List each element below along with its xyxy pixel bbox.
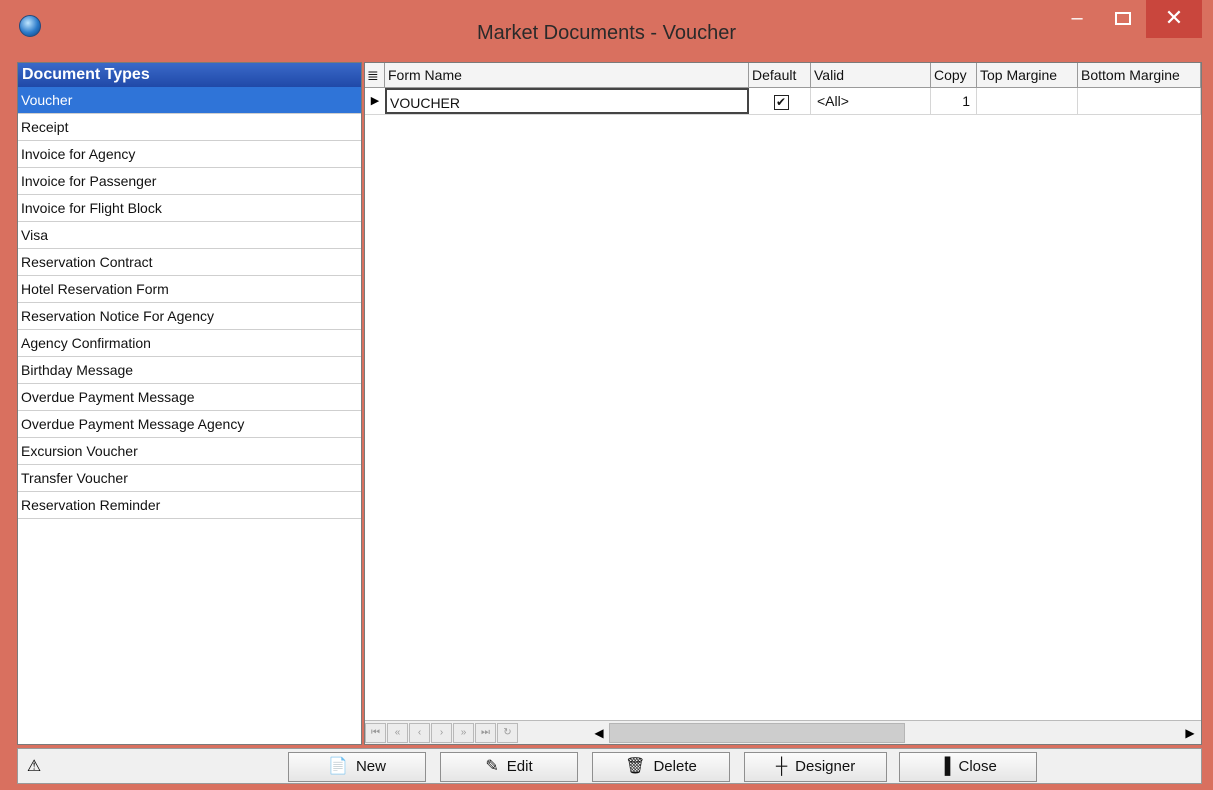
list-item[interactable]: Reservation Contract <box>18 249 361 276</box>
delete-button[interactable]: 🗑 Delete <box>592 752 730 782</box>
list-item[interactable]: Reservation Reminder <box>18 492 361 519</box>
delete-button-label: Delete <box>653 758 697 775</box>
door-exit-icon: ▐ <box>939 758 951 775</box>
new-button[interactable]: 📄 New <box>288 752 426 782</box>
last-icon[interactable]: ⏭ <box>475 723 496 743</box>
list-item[interactable]: Excursion Voucher <box>18 438 361 465</box>
grid-header: ≣ Form Name Default Valid Copy Top Margi… <box>365 63 1201 88</box>
cell-bottom-margine[interactable] <box>1078 88 1201 114</box>
next-page-icon[interactable]: » <box>453 723 474 743</box>
main-window: Market Documents - Voucher – ✕ Document … <box>0 0 1213 790</box>
cell-form-name[interactable]: VOUCHER <box>385 88 749 114</box>
scroll-right-icon[interactable]: ▶ <box>1180 723 1200 743</box>
prior-page-icon[interactable]: « <box>387 723 408 743</box>
list-item[interactable]: Invoice for Agency <box>18 141 361 168</box>
forms-grid: ≣ Form Name Default Valid Copy Top Margi… <box>364 62 1202 745</box>
list-item[interactable]: Visa <box>18 222 361 249</box>
list-item[interactable]: Invoice for Passenger <box>18 168 361 195</box>
column-header-valid[interactable]: Valid <box>811 63 931 87</box>
maximize-button[interactable] <box>1100 0 1146 38</box>
table-row[interactable]: ▶ VOUCHER ✔ <All> 1 <box>365 88 1201 115</box>
list-item[interactable]: Agency Confirmation <box>18 330 361 357</box>
grid-navigator: ⏮ «‹ ›» ⏭ ↻ ◀ ▶ <box>365 720 1201 744</box>
minimize-icon: – <box>1071 7 1083 29</box>
cell-copy[interactable]: 1 <box>931 88 977 114</box>
cell-valid[interactable]: <All> <box>811 88 931 114</box>
designer-button[interactable]: ┼ Designer <box>744 752 887 782</box>
list-item[interactable]: Overdue Payment Message <box>18 384 361 411</box>
scroll-left-icon[interactable]: ◀ <box>589 723 609 743</box>
close-window-button[interactable]: ✕ <box>1146 0 1202 38</box>
next-icon[interactable]: › <box>431 723 452 743</box>
row-indicator-icon: ▶ <box>370 95 380 107</box>
column-chooser-icon[interactable]: ≣ <box>365 63 385 87</box>
first-icon[interactable]: ⏮ <box>365 723 386 743</box>
document-types-panel: Document Types Voucher Receipt Invoice for… <box>17 62 362 745</box>
minimize-button[interactable]: – <box>1054 0 1100 38</box>
list-item[interactable]: Birthday Message <box>18 357 361 384</box>
document-types-list: Voucher Receipt Invoice for Agency Invoice … <box>18 87 361 519</box>
close-icon: ✕ <box>1164 5 1184 30</box>
list-item[interactable]: Receipt <box>18 114 361 141</box>
document-types-header: Document Types <box>18 63 361 87</box>
column-header-form-name[interactable]: Form Name <box>385 63 749 87</box>
new-button-label: New <box>355 758 386 775</box>
title-bar: Market Documents - Voucher – ✕ <box>0 0 1213 56</box>
edit-button[interactable]: ✎ Edit <box>440 752 578 782</box>
cell-top-margine[interactable] <box>977 88 1078 114</box>
cell-default[interactable]: ✔ <box>749 88 811 114</box>
list-item[interactable]: Overdue Payment Message Agency <box>18 411 361 438</box>
bottom-toolbar: ⚠ 📄 New ✎ Edit 🗑 Delete ┼ Designer ▐ Close <box>17 748 1202 784</box>
default-checkbox[interactable]: ✔ <box>773 95 789 110</box>
close-button-label: Close <box>958 758 997 775</box>
horizontal-scrollbar-thumb[interactable] <box>609 723 905 743</box>
designer-icon: ┼ <box>775 758 788 775</box>
list-item[interactable]: Reservation Notice For Agency <box>18 303 361 330</box>
column-header-default[interactable]: Default <box>749 63 811 87</box>
list-item[interactable]: Transfer Voucher <box>18 465 361 492</box>
close-button[interactable]: ▐ Close <box>899 752 1037 782</box>
refresh-icon[interactable]: ↻ <box>497 723 518 743</box>
edit-button-label: Edit <box>506 758 533 775</box>
maximize-icon <box>1115 12 1131 25</box>
column-header-bottom-margine[interactable]: Bottom Margine <box>1078 63 1201 87</box>
status-warning-icon[interactable]: ⚠ <box>22 755 46 779</box>
column-header-top-margine[interactable]: Top Margine <box>977 63 1078 87</box>
list-item[interactable]: Voucher <box>18 87 361 114</box>
window-title: Market Documents - Voucher <box>477 22 736 44</box>
new-document-icon: 📄 <box>328 758 348 775</box>
prior-icon[interactable]: ‹ <box>409 723 430 743</box>
column-header-copy[interactable]: Copy <box>931 63 977 87</box>
designer-button-label: Designer <box>795 758 856 775</box>
trash-icon: 🗑 <box>625 758 646 775</box>
list-item[interactable]: Invoice for Flight Block <box>18 195 361 222</box>
navigator-buttons: ⏮ «‹ ›» ⏭ ↻ <box>365 723 587 743</box>
edit-icon: ✎ <box>485 758 499 775</box>
list-item[interactable]: Hotel Reservation Form <box>18 276 361 303</box>
